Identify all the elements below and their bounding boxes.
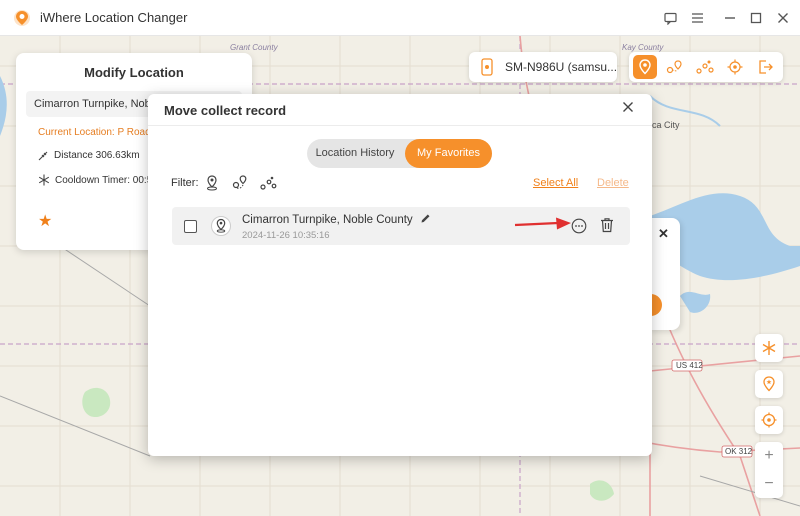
exit-mode-button[interactable] — [753, 55, 777, 79]
current-location-text: Current Location: P Road, — [38, 127, 154, 138]
crosshair-icon — [761, 412, 777, 428]
select-all-link[interactable]: Select All — [533, 177, 578, 189]
route-shield-ok312: OK 312 — [725, 447, 753, 456]
app-logo-icon — [14, 10, 30, 26]
ruler-icon — [38, 151, 48, 161]
zoom-in-button[interactable]: + — [755, 442, 783, 470]
filter-label: Filter: — [171, 177, 199, 189]
filter-teleport-icon[interactable] — [203, 174, 221, 192]
record-tabs: Location History My Favorites — [307, 139, 492, 168]
popup-close-icon[interactable]: ✕ — [658, 226, 669, 242]
pencil-edit-icon[interactable] — [420, 213, 431, 224]
tab-my-favorites[interactable]: My Favorites — [405, 139, 492, 168]
device-name: SM-N986U (samsu... — [505, 60, 618, 74]
close-icon — [778, 13, 788, 23]
teleport-icon — [639, 59, 651, 75]
app-title: iWhere Location Changer — [40, 10, 188, 25]
annotation-arrow-icon — [514, 217, 571, 230]
more-options-icon[interactable] — [571, 218, 587, 234]
maximize-icon — [750, 12, 762, 24]
multi-stop-mode-button[interactable] — [693, 55, 717, 79]
tab-location-history[interactable]: Location History — [307, 139, 403, 168]
dialog-divider — [148, 125, 652, 126]
menu-icon — [691, 13, 703, 23]
dialog-title: Move collect record — [164, 103, 287, 118]
favorite-star-icon[interactable]: ★ — [38, 211, 52, 231]
feedback-button[interactable] — [660, 8, 680, 28]
joystick-mode-button[interactable] — [723, 55, 747, 79]
map-label-kay-county: Kay County — [622, 43, 664, 52]
joystick-icon — [727, 59, 743, 75]
close-window-button[interactable] — [773, 8, 793, 28]
record-timestamp: 2024-11-26 10:35:16 — [242, 230, 330, 241]
exit-icon — [759, 60, 773, 74]
maximize-button[interactable] — [746, 8, 766, 28]
location-star-icon — [763, 376, 775, 392]
teleport-mode-button[interactable] — [633, 55, 657, 79]
snowflake-icon — [762, 341, 776, 355]
one-stop-mode-button[interactable] — [663, 55, 687, 79]
favorite-location-button[interactable] — [755, 370, 783, 398]
route-shield-us412: US 412 — [676, 361, 703, 370]
feedback-icon — [663, 12, 677, 25]
phone-icon — [481, 58, 493, 76]
zoom-out-button[interactable]: − — [755, 470, 783, 498]
record-name: Cimarron Turnpike, Noble County — [242, 213, 431, 226]
center-location-button[interactable] — [755, 406, 783, 434]
minimize-button[interactable] — [720, 8, 740, 28]
distance-text: Distance 306.63km — [54, 150, 140, 161]
zoom-controls: + − — [755, 442, 783, 498]
one-stop-icon — [666, 60, 682, 74]
background-popup: ✕ — [648, 218, 680, 330]
record-checkbox[interactable] — [184, 220, 197, 233]
mode-toolbar — [629, 52, 783, 82]
distance-row: Distance 306.63km — [38, 150, 140, 161]
cooldown-row: Cooldown Timer: 00:5 — [38, 174, 152, 186]
trash-icon[interactable] — [600, 217, 614, 233]
device-selector[interactable]: SM-N986U (samsu... — [469, 52, 617, 82]
minimize-icon — [725, 17, 735, 19]
modify-location-title: Modify Location — [84, 65, 184, 80]
title-bar: iWhere Location Changer — [0, 0, 800, 36]
move-collect-record-dialog: Move collect record Location History My … — [148, 94, 652, 456]
snowflake-icon — [38, 174, 50, 186]
cooldown-text: Cooldown Timer: 00:5 — [55, 174, 153, 186]
delete-link[interactable]: Delete — [597, 177, 629, 189]
location-pin-icon — [211, 216, 231, 236]
close-icon — [623, 102, 633, 112]
dialog-close-button[interactable] — [622, 100, 634, 118]
multi-stop-icon — [696, 60, 714, 74]
filter-multi-stop-icon[interactable] — [259, 174, 277, 192]
minus-icon: − — [764, 475, 774, 492]
menu-button[interactable] — [687, 8, 707, 28]
map-label-grant-county: Grant County — [230, 43, 279, 52]
map-label-city: ca City — [652, 120, 680, 130]
record-name-text: Cimarron Turnpike, Noble County — [242, 214, 413, 226]
cooldown-toggle-button[interactable] — [755, 334, 783, 362]
filter-one-stop-icon[interactable] — [231, 174, 249, 192]
plus-icon: + — [764, 447, 774, 464]
